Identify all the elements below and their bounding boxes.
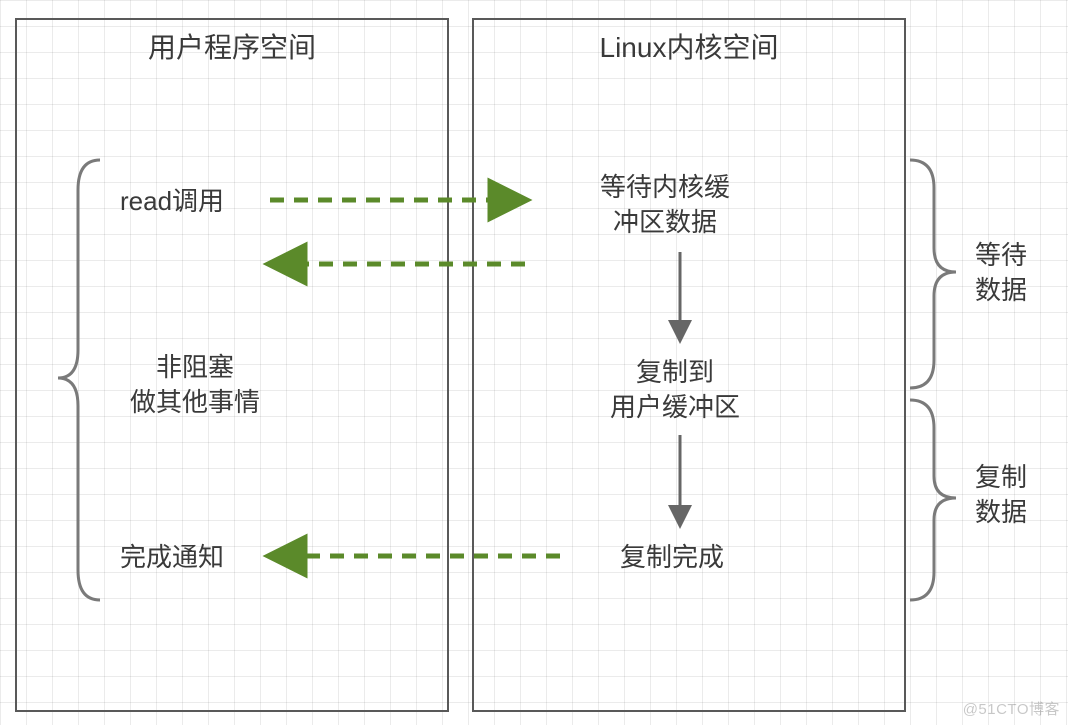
arrows-layer xyxy=(0,0,1068,725)
brace-wait-data xyxy=(910,160,956,388)
diagram-stage: 用户程序空间 Linux内核空间 read调用 非阻塞 做其他事情 完成通知 等… xyxy=(0,0,1068,725)
brace-user xyxy=(58,160,100,600)
brace-copy-data xyxy=(910,400,956,600)
watermark: @51CTO博客 xyxy=(963,698,1060,719)
